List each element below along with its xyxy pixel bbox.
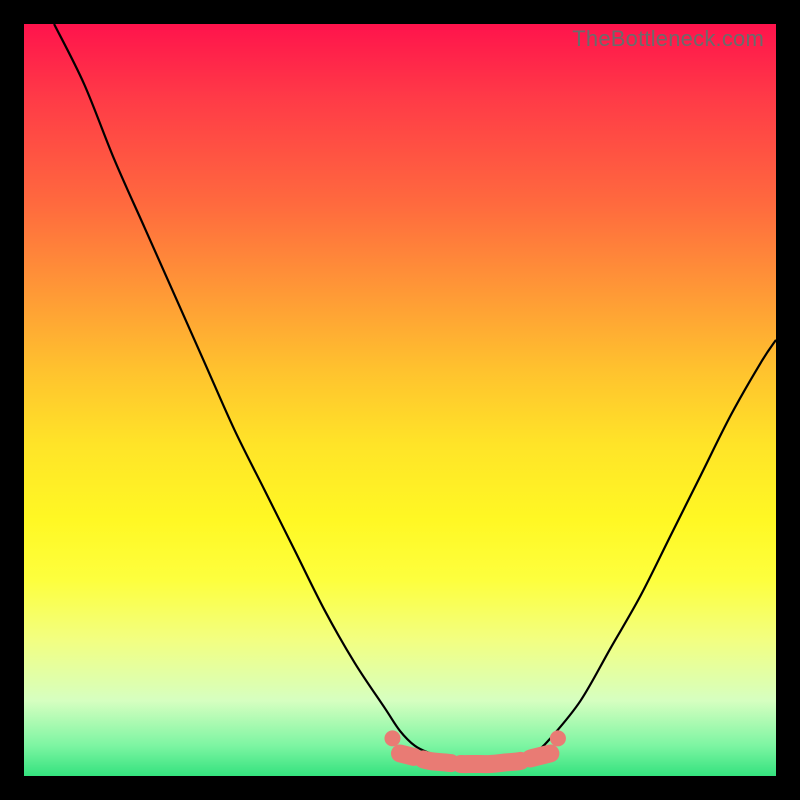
baseline-marker-path [400,753,550,764]
chart-svg [24,24,776,776]
plot-area: TheBottleneck.com [24,24,776,776]
curve-left-path [54,24,430,753]
series-curve-right [535,340,776,754]
series-baseline-markers [384,730,565,764]
baseline-marker-dot [550,730,566,746]
curve-right-path [535,340,776,754]
chart-frame: TheBottleneck.com [0,0,800,800]
baseline-marker-dot [384,730,400,746]
series-curve-left [54,24,430,753]
